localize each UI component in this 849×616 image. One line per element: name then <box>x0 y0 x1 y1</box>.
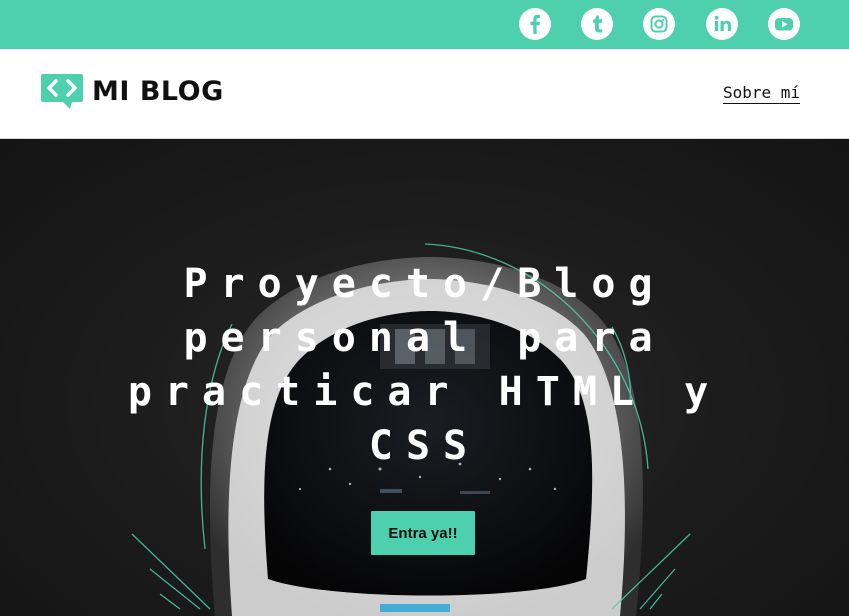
instagram-link[interactable] <box>643 8 675 40</box>
logo[interactable]: MI BLOG <box>40 71 224 111</box>
facebook-link[interactable] <box>519 8 551 40</box>
linkedin-icon <box>714 15 731 31</box>
youtube-link[interactable] <box>768 8 800 40</box>
instagram-icon <box>650 15 668 33</box>
logo-text: MI BLOG <box>92 75 224 107</box>
enter-button[interactable]: Entra ya!! <box>369 509 477 557</box>
nav-link-about[interactable]: Sobre mí <box>722 83 800 104</box>
site-header: MI BLOG Sobre mí <box>0 49 849 139</box>
social-bar <box>0 0 849 49</box>
tumblr-icon <box>593 15 603 33</box>
logo-chat-icon <box>41 74 83 109</box>
tumblr-link[interactable] <box>581 8 613 40</box>
youtube-icon <box>775 18 793 31</box>
linkedin-link[interactable] <box>706 8 738 40</box>
hero-title: Proyecto/Blog personal para practicar HT… <box>127 261 722 469</box>
hero-banner: Proyecto/Blog personal para practicar HT… <box>0 139 849 616</box>
facebook-icon <box>530 14 540 34</box>
